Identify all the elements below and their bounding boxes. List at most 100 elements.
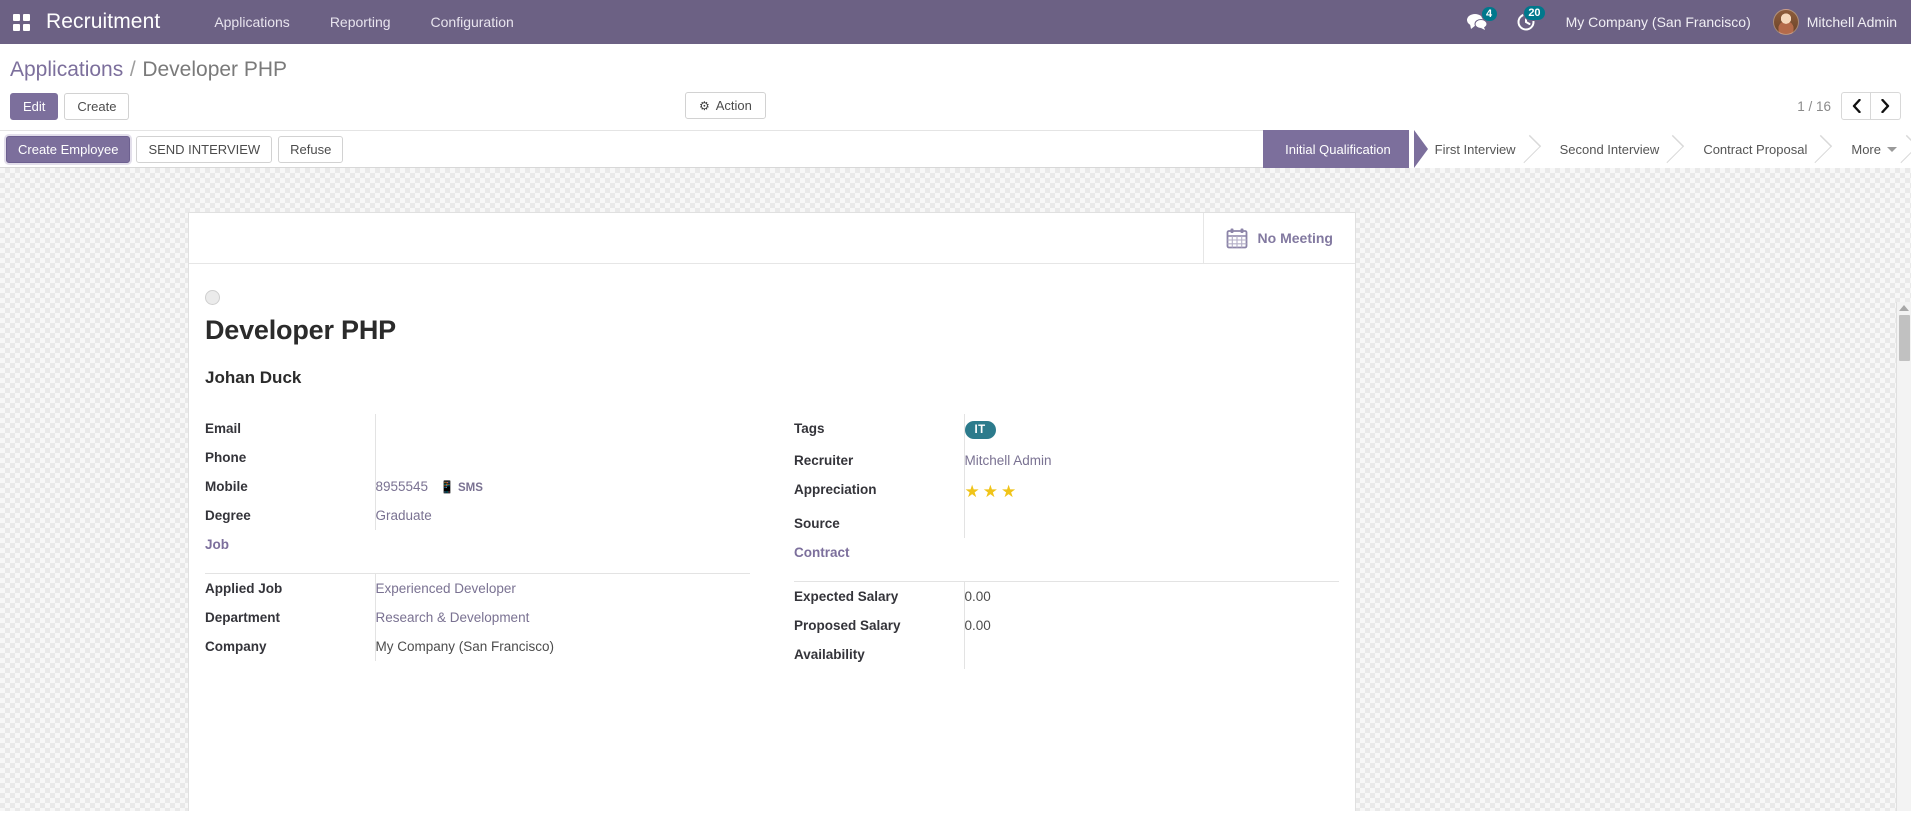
stage-contract-proposal[interactable]: Contract Proposal	[1677, 130, 1826, 168]
breadcrumb-current: Developer PHP	[142, 58, 288, 81]
refuse-button[interactable]: Refuse	[278, 135, 344, 163]
form-columns: Email Phone Mobile 8955545 📱 SMS Degree …	[189, 414, 1355, 669]
stage-second-interview[interactable]: Second Interview	[1533, 130, 1678, 168]
stage-more-dropdown[interactable]: More	[1825, 130, 1911, 168]
field-value-applied-job[interactable]: Experienced Developer	[376, 581, 516, 596]
field-value-degree[interactable]: Graduate	[376, 508, 432, 523]
vertical-scrollbar[interactable]	[1896, 302, 1911, 811]
field-label-mobile: Mobile	[205, 479, 248, 494]
field-value-company[interactable]: My Company (San Francisco)	[374, 632, 750, 661]
section-header-contract: Contract	[794, 538, 1339, 567]
section-header-job: Job	[205, 530, 750, 559]
section-divider-job	[205, 559, 750, 574]
page-title: Developer PHP	[205, 315, 396, 345]
kanban-state-icon[interactable]	[205, 290, 220, 305]
pager: 1 / 16	[1797, 92, 1901, 120]
pager-previous-button[interactable]	[1841, 92, 1871, 120]
field-row-recruiter: Recruiter Mitchell Admin	[794, 446, 1339, 475]
create-button[interactable]: Create	[64, 92, 130, 120]
breadcrumb: Applications / Developer PHP	[0, 44, 1911, 86]
smart-button-bar: No Meeting	[189, 213, 1355, 264]
section-title-contract: Contract	[794, 545, 850, 560]
pager-label: 1 / 16	[1797, 98, 1831, 114]
breadcrumb-root-link[interactable]: Applications	[10, 58, 123, 81]
control-panel: Edit Create ⚙ Action 1 / 16	[0, 86, 1911, 130]
edit-button[interactable]: Edit	[10, 92, 59, 120]
record-sheet: No Meeting Developer PHP Johan Duck Emai…	[188, 212, 1356, 811]
field-row-email: Email	[205, 414, 750, 443]
pager-next-button[interactable]	[1871, 92, 1901, 120]
field-value-expected-salary[interactable]: 0.00	[963, 581, 1339, 611]
top-navbar: Recruitment Applications Reporting Confi…	[0, 0, 1911, 44]
field-label-degree: Degree	[205, 508, 251, 523]
menu-item-applications[interactable]: Applications	[194, 14, 310, 30]
menu-item-reporting[interactable]: Reporting	[310, 14, 411, 30]
field-row-tags: Tags IT	[794, 414, 1339, 446]
sheet-body: Developer PHP Johan Duck Email Phone Mob…	[189, 264, 1355, 669]
statusbar-row: Create Employee SEND INTERVIEW Refuse In…	[0, 130, 1911, 168]
chevron-down-icon	[1887, 146, 1897, 152]
stage-initial-qualification[interactable]: Initial Qualification	[1263, 130, 1428, 168]
app-brand-title[interactable]: Recruitment	[46, 10, 160, 34]
field-value-mobile: 8955545 📱 SMS	[374, 472, 750, 501]
mobile-icon: 📱	[439, 480, 455, 494]
activities-icon[interactable]: 20	[1502, 5, 1550, 32]
field-label-recruiter: Recruiter	[794, 453, 854, 468]
field-value-department[interactable]: Research & Development	[376, 610, 530, 625]
action-button-label: Action	[715, 98, 752, 113]
scroll-up-arrow-icon[interactable]	[1899, 305, 1909, 311]
candidate-name: Johan Duck	[205, 368, 302, 387]
field-value-email[interactable]	[374, 414, 750, 443]
field-row-phone: Phone	[205, 443, 750, 472]
messages-badge: 4	[1480, 6, 1498, 22]
field-row-company: Company My Company (San Francisco)	[205, 632, 750, 661]
field-row-expected-salary: Expected Salary 0.00	[794, 581, 1339, 611]
field-row-source: Source	[794, 509, 1339, 538]
user-name-label: Mitchell Admin	[1806, 14, 1897, 30]
field-label-appreciation: Appreciation	[794, 482, 877, 497]
field-value-phone[interactable]	[374, 443, 750, 472]
field-row-degree: Degree Graduate	[205, 501, 750, 530]
chevron-right-icon	[1881, 99, 1890, 113]
field-label-source: Source	[794, 516, 840, 531]
field-row-appreciation: Appreciation ★★★	[794, 475, 1339, 509]
chevron-left-icon	[1852, 99, 1861, 113]
company-switcher[interactable]: My Company (San Francisco)	[1550, 14, 1767, 30]
activities-badge: 20	[1523, 5, 1546, 21]
stage-label: Initial Qualification	[1285, 141, 1391, 157]
stage-statusbar: Initial Qualification First Interview Se…	[1263, 130, 1911, 168]
scrollbar-thumb[interactable]	[1898, 315, 1910, 361]
field-row-applied-job: Applied Job Experienced Developer	[205, 573, 750, 603]
field-value-source[interactable]	[963, 509, 1339, 538]
stage-label: Second Interview	[1559, 141, 1660, 157]
field-value-proposed-salary[interactable]: 0.00	[963, 611, 1339, 640]
field-row-department: Department Research & Development	[205, 603, 750, 632]
calendar-icon	[1226, 227, 1248, 249]
field-label-tags: Tags	[794, 421, 825, 436]
field-label-applied-job: Applied Job	[205, 581, 283, 596]
field-label-department: Department	[205, 610, 281, 625]
field-row-mobile: Mobile 8955545 📱 SMS	[205, 472, 750, 501]
meeting-smart-button-label: No Meeting	[1257, 230, 1333, 246]
field-value-recruiter[interactable]: Mitchell Admin	[965, 453, 1052, 468]
field-label-phone: Phone	[205, 450, 247, 465]
meeting-smart-button[interactable]: No Meeting	[1202, 213, 1355, 263]
field-row-proposed-salary: Proposed Salary 0.00	[794, 611, 1339, 640]
breadcrumb-separator: /	[129, 58, 136, 81]
stage-label: First Interview	[1434, 141, 1516, 157]
appreciation-stars-icon[interactable]: ★★★	[965, 482, 1020, 501]
menu-item-configuration[interactable]: Configuration	[411, 14, 534, 30]
messages-icon[interactable]: 4	[1452, 6, 1502, 31]
field-value-availability[interactable]	[963, 640, 1339, 669]
create-employee-button[interactable]: Create Employee	[6, 135, 131, 163]
status-badge[interactable]: IT	[964, 421, 996, 439]
form-content-area: No Meeting Developer PHP Johan Duck Emai…	[0, 168, 1911, 811]
apps-menu-icon[interactable]	[8, 9, 34, 35]
mobile-number-link[interactable]: 8955545	[376, 479, 429, 494]
action-button[interactable]: ⚙ Action	[685, 92, 766, 119]
sms-link[interactable]: 📱 SMS	[439, 480, 483, 494]
field-label-company: Company	[205, 639, 267, 654]
form-column-right: Tags IT Recruiter Mitchell Admin Appreci…	[794, 414, 1339, 669]
user-menu[interactable]: Mitchell Admin	[1767, 9, 1897, 35]
send-interview-button[interactable]: SEND INTERVIEW	[136, 135, 273, 163]
